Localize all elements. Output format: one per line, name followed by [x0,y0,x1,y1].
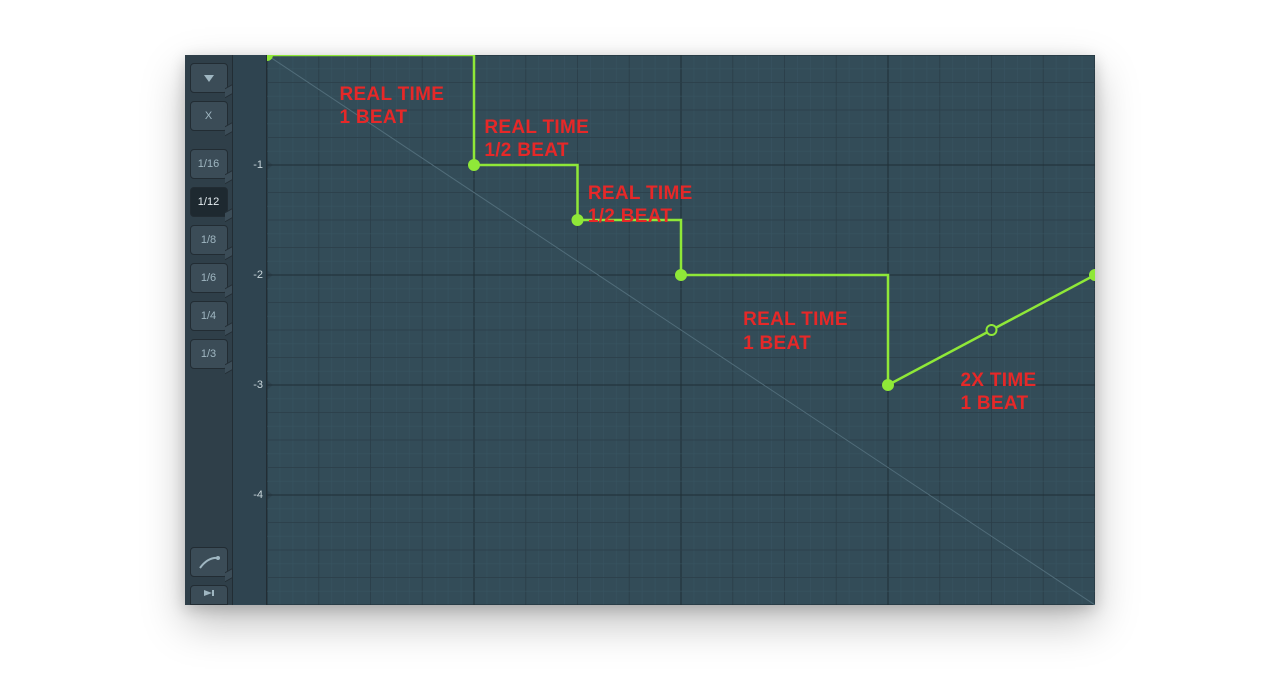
dropdown-button[interactable] [190,63,228,93]
snap-1-3[interactable]: 1/3 [190,339,228,369]
y-tick-label: -3 [233,376,267,394]
snap-1-16[interactable]: 1/16 [190,149,228,179]
editor-window: X 1/16 1/12 1/8 1/6 1/4 1/3 -1-2-3-4 R [185,55,1095,605]
automation-node[interactable] [267,55,272,60]
automation-node[interactable] [573,215,583,225]
snap-1-6[interactable]: 1/6 [190,263,228,293]
x-axis-label: X [205,110,212,122]
snap-1-12[interactable]: 1/12 [190,187,228,217]
automation-node[interactable] [883,380,893,390]
y-tick-label: -1 [233,156,267,174]
y-tick-label: -2 [233,266,267,284]
curve-tool-button[interactable] [190,547,228,577]
automation-node[interactable] [676,270,686,280]
snap-1-8[interactable]: 1/8 [190,225,228,255]
plot-layer [267,55,1095,605]
x-axis-button[interactable]: X [190,101,228,131]
workarea: -1 -2 -3 -4 REAL TIME 1 BEATREAL TIME 1/2 B… [233,55,1095,605]
y-axis-gutter: -1 -2 -3 -4 [233,55,267,605]
sidebar: X 1/16 1/12 1/8 1/6 1/4 1/3 [185,55,233,605]
automation-canvas[interactable]: REAL TIME 1 BEATREAL TIME 1/2 BEATREAL T… [267,55,1095,605]
snap-1-4[interactable]: 1/4 [190,301,228,331]
automation-node[interactable] [1090,270,1095,280]
y-tick-label: -4 [233,486,267,504]
automation-node[interactable] [469,160,479,170]
automation-node[interactable] [987,325,997,335]
next-tool-button[interactable] [190,585,228,605]
